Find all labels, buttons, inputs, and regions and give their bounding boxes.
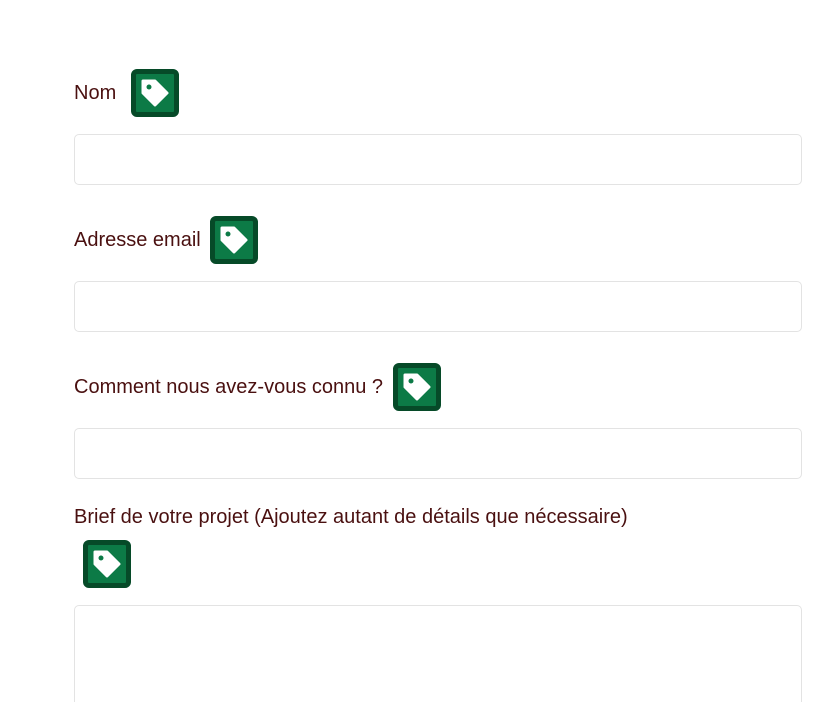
label-row-source: Comment nous avez-vous connu ? [74, 363, 442, 411]
field-label-brief: Brief de votre projet (Ajoutez autant de… [74, 506, 628, 528]
label-row-email: Adresse email [74, 216, 258, 264]
field-label-nom: Nom [74, 82, 117, 104]
brief-textarea[interactable] [74, 605, 802, 702]
source-input[interactable] [74, 428, 802, 479]
email-input[interactable] [74, 281, 802, 332]
tag-icon[interactable] [393, 363, 442, 411]
tag-icon[interactable] [131, 69, 180, 117]
name-input[interactable] [74, 134, 802, 185]
label-row-nom: Nom [74, 69, 180, 117]
tag-icon[interactable] [209, 216, 258, 264]
field-label-source: Comment nous avez-vous connu ? [74, 376, 384, 398]
label-row-brief: Brief de votre projet (Ajoutez autant de… [74, 505, 628, 529]
field-label-email: Adresse email [74, 229, 201, 251]
tag-icon[interactable] [83, 540, 131, 588]
